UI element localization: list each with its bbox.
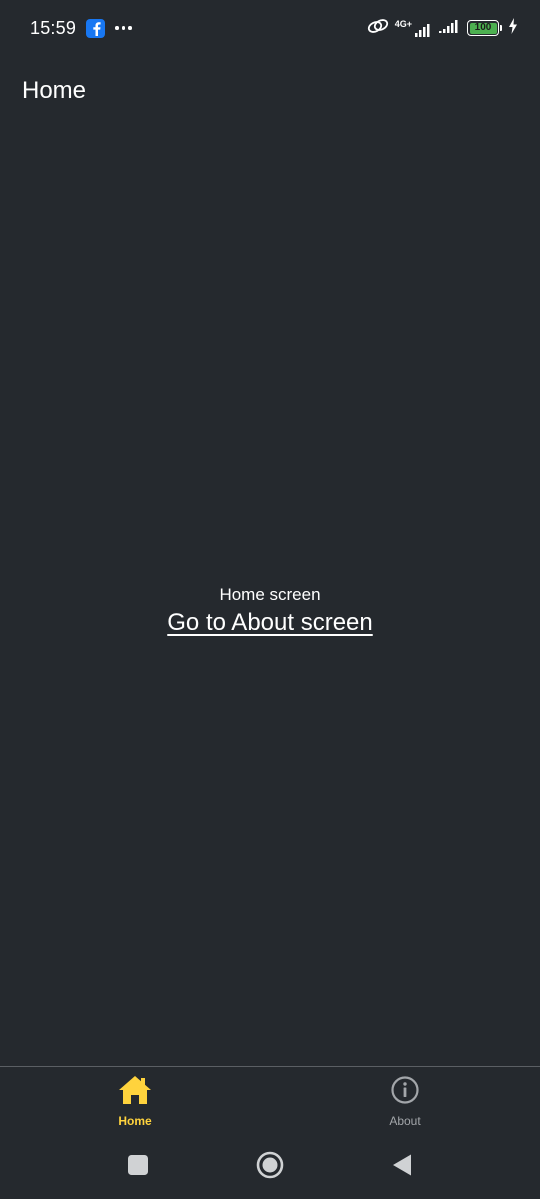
network-label: 4G+ [394,18,412,29]
tab-about-label: About [389,1114,421,1128]
link-icon [367,17,389,40]
home-icon [118,1075,152,1110]
status-right: 4G+ 100 [367,17,518,40]
battery-tip [500,25,502,31]
go-to-about-link[interactable]: Go to About screen [167,609,372,637]
square-icon [127,1154,149,1181]
status-left: 15:59 [30,18,132,39]
battery-level: 100 [474,22,492,33]
system-navigation-bar [0,1136,540,1199]
back-triangle-icon [391,1153,413,1182]
info-icon [390,1075,420,1110]
signal-4g-icon: 4G+ [394,18,433,37]
tab-home-label: Home [118,1114,152,1128]
circle-icon [255,1150,285,1185]
recents-button[interactable] [120,1150,156,1186]
tab-home[interactable]: Home [0,1067,270,1136]
facebook-notification-icon [86,18,106,38]
bottom-tab-bar: Home About [0,1066,540,1136]
screen-label: Home screen [219,585,321,604]
app-screen: 15:59 4G+ 100 Home Home screen Go to Abo… [0,0,540,1199]
status-time: 15:59 [30,17,77,38]
back-button[interactable] [384,1150,420,1186]
battery-icon: 100 [467,20,499,36]
charging-icon [508,17,518,39]
main-content: Home screen Go to About screen [0,126,540,1066]
signal-icon [439,19,461,38]
home-nav-button[interactable] [252,1150,288,1186]
page-title: Home [22,77,87,104]
tab-about[interactable]: About [270,1067,540,1136]
header: Home [0,56,540,126]
status-bar: 15:59 4G+ 100 [0,0,540,56]
more-notifications-icon [115,26,132,30]
